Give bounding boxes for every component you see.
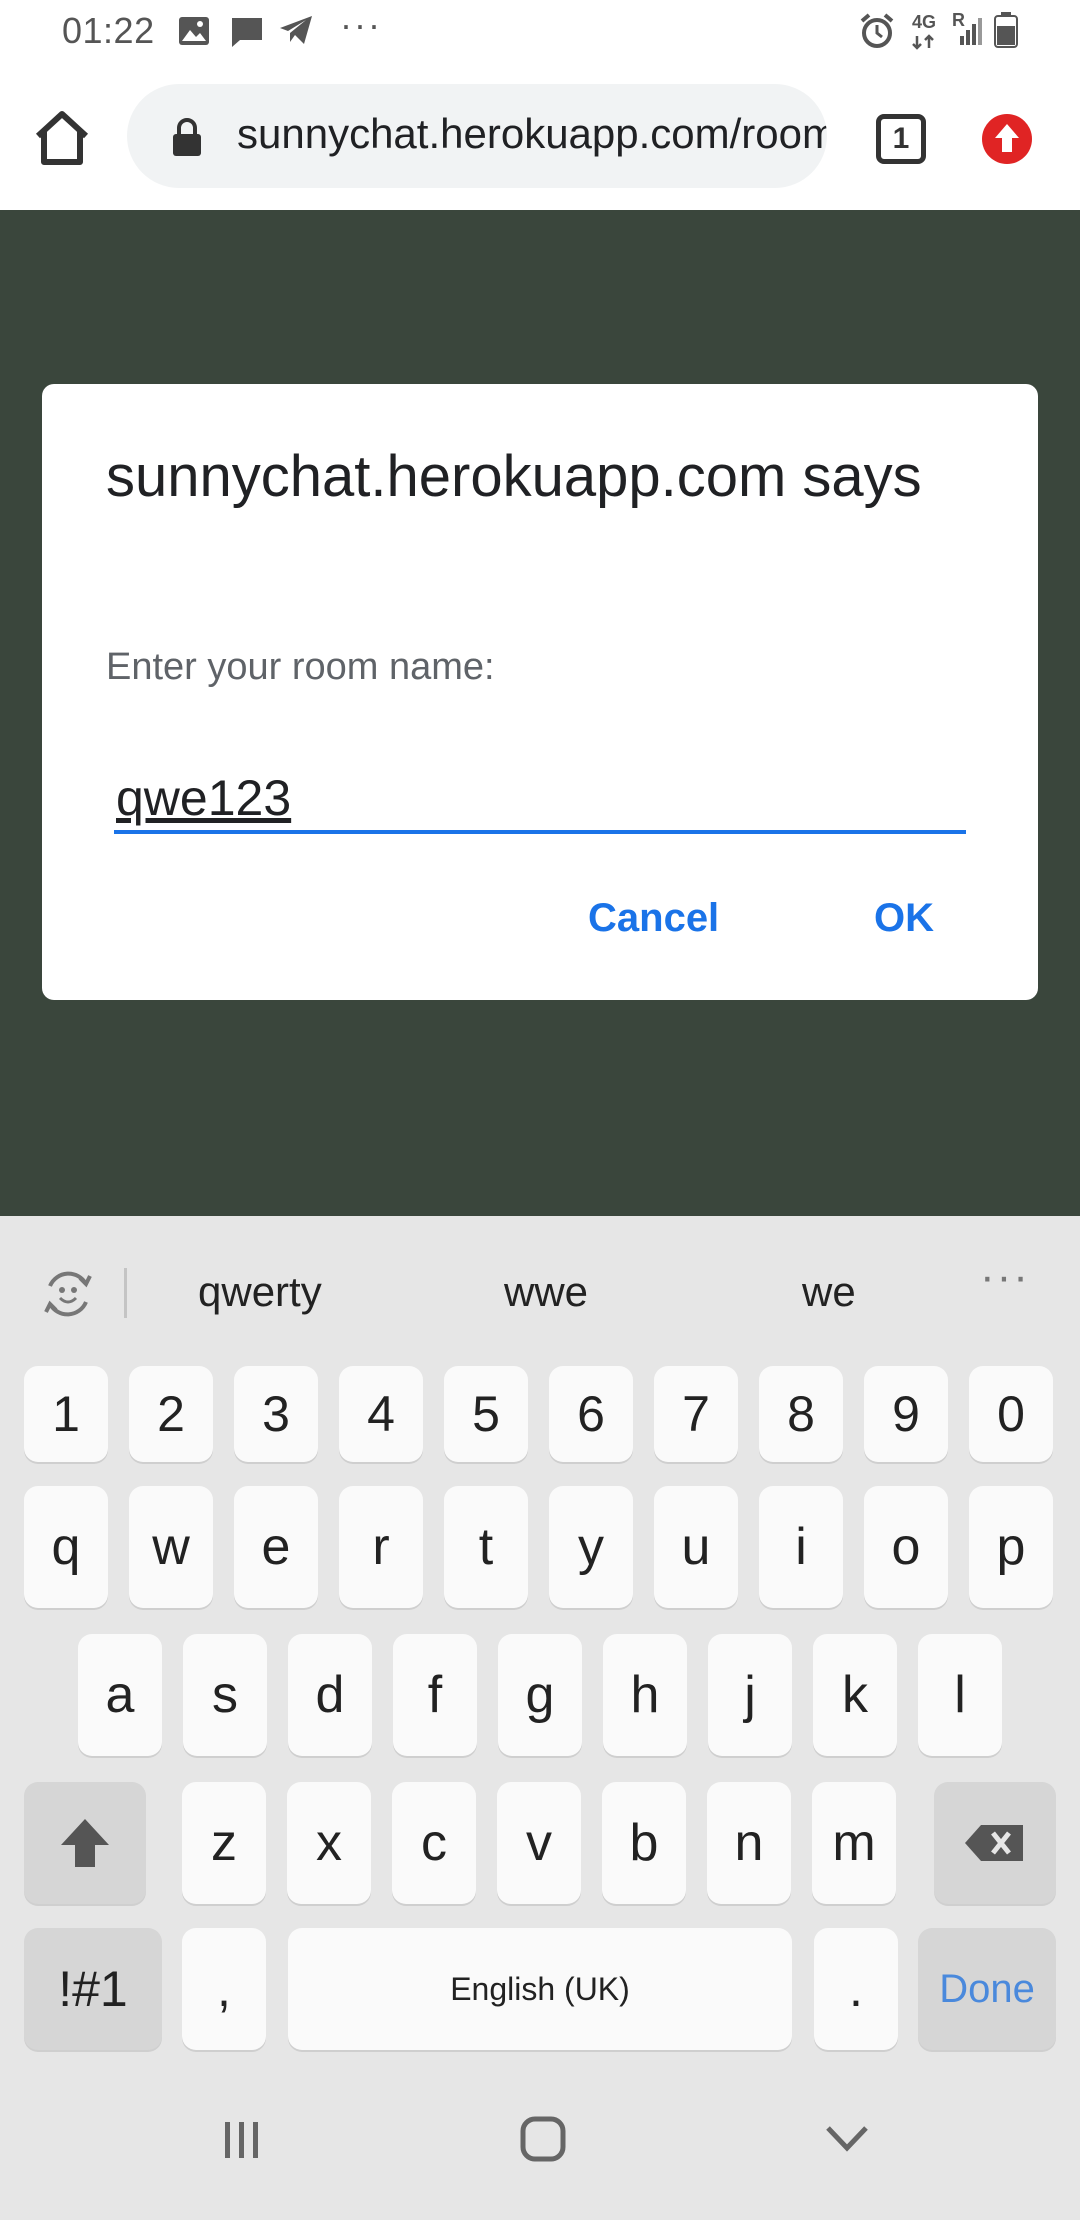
key-e[interactable]: e — [234, 1486, 318, 1608]
key-t[interactable]: t — [444, 1486, 528, 1608]
arrow-up-icon — [995, 124, 1019, 152]
key-o[interactable]: o — [864, 1486, 948, 1608]
suggestion-divider — [124, 1268, 127, 1318]
key-5[interactable]: 5 — [444, 1366, 528, 1462]
key-2[interactable]: 2 — [129, 1366, 213, 1462]
key-1[interactable]: 1 — [24, 1366, 108, 1462]
key-z[interactable]: z — [182, 1782, 266, 1904]
suggestion-3[interactable]: we — [802, 1268, 856, 1316]
key-h[interactable]: h — [603, 1634, 687, 1756]
status-more-icon: ··· — [340, 4, 382, 45]
navigation-bar — [0, 2070, 1080, 2220]
key-w[interactable]: w — [129, 1486, 213, 1608]
browser-toolbar: sunnychat.herokuapp.com/room 1 — [0, 62, 1080, 272]
message-icon — [232, 18, 262, 47]
shift-icon — [61, 1819, 109, 1867]
key-7[interactable]: 7 — [654, 1366, 738, 1462]
home-nav-icon[interactable] — [520, 2116, 566, 2162]
telegram-icon — [280, 16, 312, 44]
period-key[interactable]: . — [814, 1928, 898, 2050]
key-3[interactable]: 3 — [234, 1366, 318, 1462]
home-icon[interactable] — [30, 106, 94, 170]
url-text[interactable]: sunnychat.herokuapp.com/room — [237, 110, 827, 158]
key-k[interactable]: k — [813, 1634, 897, 1756]
key-q[interactable]: q — [24, 1486, 108, 1608]
prompt-dialog: sunnychat.herokuapp.com says Enter your … — [42, 384, 1038, 1000]
key-j[interactable]: j — [708, 1634, 792, 1756]
more-options-icon[interactable]: ··· — [980, 1252, 1030, 1302]
key-f[interactable]: f — [393, 1634, 477, 1756]
lock-icon — [173, 118, 201, 156]
key-y[interactable]: y — [549, 1486, 633, 1608]
comma-key[interactable]: , — [182, 1928, 266, 2050]
dialog-title: sunnychat.herokuapp.com says — [106, 444, 922, 509]
key-9[interactable]: 9 — [864, 1366, 948, 1462]
update-button[interactable] — [982, 114, 1032, 164]
key-l[interactable]: l — [918, 1634, 1002, 1756]
symbols-key[interactable]: !#1 — [24, 1928, 162, 2050]
key-a[interactable]: a — [78, 1634, 162, 1756]
backspace-icon — [965, 1825, 1023, 1861]
network-type-label: 4G — [912, 12, 937, 32]
key-m[interactable]: m — [812, 1782, 896, 1904]
cancel-button[interactable]: Cancel — [588, 896, 719, 941]
key-8[interactable]: 8 — [759, 1366, 843, 1462]
ok-button[interactable]: OK — [874, 896, 934, 941]
key-v[interactable]: v — [497, 1782, 581, 1904]
suggestion-2[interactable]: wwe — [504, 1268, 588, 1316]
key-c[interactable]: c — [392, 1782, 476, 1904]
status-time: 01:22 — [62, 10, 155, 51]
data-arrows-icon — [912, 34, 934, 50]
status-bar: 01:22 ··· 4G R — [0, 0, 1080, 62]
suggestion-bar: qwerty wwe we ··· — [0, 1216, 1080, 1360]
dialog-message: Enter your room name: — [106, 646, 495, 688]
alarm-icon — [860, 13, 894, 48]
key-d[interactable]: d — [288, 1634, 372, 1756]
gallery-icon — [179, 17, 209, 45]
key-g[interactable]: g — [498, 1634, 582, 1756]
key-6[interactable]: 6 — [549, 1366, 633, 1462]
key-u[interactable]: u — [654, 1486, 738, 1608]
key-4[interactable]: 4 — [339, 1366, 423, 1462]
key-x[interactable]: x — [287, 1782, 371, 1904]
signal-icon — [960, 18, 982, 45]
shift-key[interactable] — [24, 1782, 146, 1904]
suggestion-1[interactable]: qwerty — [198, 1268, 322, 1316]
key-0[interactable]: 0 — [969, 1366, 1053, 1462]
space-key[interactable]: English (UK) — [288, 1928, 792, 2050]
room-name-input[interactable] — [114, 766, 966, 834]
recents-icon[interactable] — [222, 2120, 262, 2160]
key-s[interactable]: s — [183, 1634, 267, 1756]
key-n[interactable]: n — [707, 1782, 791, 1904]
key-r[interactable]: r — [339, 1486, 423, 1608]
back-icon[interactable] — [824, 2124, 870, 2154]
tab-switcher-button[interactable]: 1 — [876, 114, 926, 164]
key-b[interactable]: b — [602, 1782, 686, 1904]
key-i[interactable]: i — [759, 1486, 843, 1608]
key-p[interactable]: p — [969, 1486, 1053, 1608]
emoji-icon[interactable] — [40, 1266, 96, 1322]
battery-icon — [994, 12, 1018, 48]
address-bar[interactable]: sunnychat.herokuapp.com/room — [127, 84, 827, 188]
backspace-key[interactable] — [934, 1782, 1056, 1904]
done-key[interactable]: Done — [918, 1928, 1056, 2050]
